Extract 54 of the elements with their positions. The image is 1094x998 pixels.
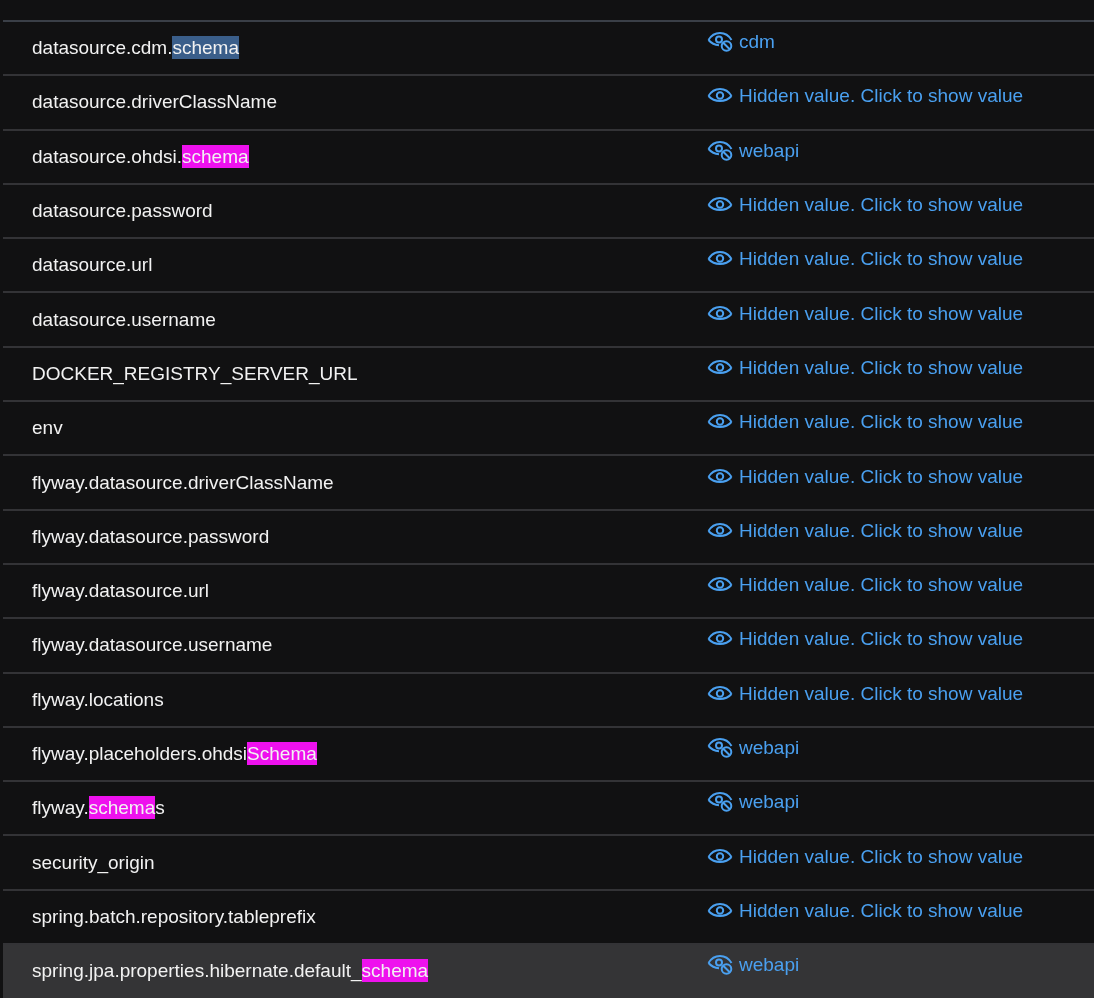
- show-value-link[interactable]: Hidden value. Click to show value: [707, 519, 1024, 542]
- eye-slash-icon: [707, 738, 733, 758]
- show-value-link[interactable]: Hidden value. Click to show value: [707, 194, 1024, 217]
- setting-name: datasource.password: [31, 200, 214, 223]
- setting-name: flyway.locations: [31, 688, 165, 711]
- eye-icon: [707, 359, 733, 376]
- setting-name: flyway.placeholders.ohdsiSchema: [31, 743, 318, 765]
- eye-icon: [707, 197, 733, 214]
- setting-value-link[interactable]: webapi: [707, 791, 800, 814]
- eye-icon: [707, 468, 733, 485]
- setting-name: flyway.datasource.password: [31, 525, 271, 548]
- setting-name: datasource.ohdsi.schema: [31, 145, 250, 168]
- setting-value-link[interactable]: webapi: [707, 737, 800, 759]
- eye-icon: [707, 88, 733, 105]
- eye-icon: [707, 631, 733, 648]
- show-value-link[interactable]: Hidden value. Click to show value: [707, 248, 1024, 271]
- show-value-link[interactable]: Hidden value. Click to show value: [707, 411, 1024, 434]
- setting-name: datasource.username: [31, 308, 217, 331]
- eye-icon: [707, 848, 733, 865]
- setting-name: security_origin: [31, 851, 156, 874]
- eye-slash-icon: [707, 32, 733, 53]
- eye-icon: [707, 522, 733, 539]
- show-value-link[interactable]: Hidden value. Click to show value: [707, 356, 1024, 379]
- setting-name: flyway.datasource.username: [31, 634, 274, 657]
- setting-name: DOCKER_REGISTRY_SERVER_URL: [31, 362, 359, 385]
- eye-icon: [707, 685, 733, 702]
- setting-row[interactable]: spring.jpa.properties.hibernate.default_schema webapi: [3, 945, 1094, 998]
- eye-icon: [707, 305, 733, 322]
- show-value-link[interactable]: Hidden value. Click to show value: [707, 302, 1024, 325]
- eye-icon: [707, 577, 733, 594]
- show-value-link[interactable]: Hidden value. Click to show value: [707, 628, 1024, 651]
- eye-icon: [707, 414, 733, 431]
- setting-value-link[interactable]: webapi: [707, 139, 800, 162]
- setting-name: datasource.driverClassName: [31, 91, 278, 114]
- setting-name: env: [31, 417, 64, 440]
- eye-slash-icon: [707, 140, 733, 161]
- setting-name: flyway.datasource.driverClassName: [31, 471, 335, 494]
- show-value-link[interactable]: Hidden value. Click to show value: [707, 845, 1024, 868]
- eye-icon: [707, 251, 733, 268]
- show-value-link[interactable]: Hidden value. Click to show value: [707, 682, 1024, 705]
- setting-name: datasource.url: [31, 254, 154, 277]
- show-value-link[interactable]: Hidden value. Click to show value: [707, 899, 1024, 922]
- setting-name: flyway.datasource.url: [31, 580, 211, 603]
- show-value-link[interactable]: Hidden value. Click to show value: [707, 465, 1024, 488]
- show-value-link[interactable]: Hidden value. Click to show value: [707, 574, 1024, 597]
- eye-slash-icon: [707, 955, 733, 976]
- setting-name: spring.batch.repository.tableprefix: [31, 905, 317, 928]
- eye-slash-icon: [707, 792, 733, 813]
- setting-name: datasource.cdm.schema: [31, 37, 240, 60]
- setting-value-link[interactable]: webapi: [707, 954, 800, 977]
- setting-name: spring.jpa.properties.hibernate.default_schema: [31, 960, 430, 983]
- setting-value-link[interactable]: cdm: [707, 31, 775, 54]
- show-value-link[interactable]: Hidden value. Click to show value: [707, 85, 1024, 108]
- eye-icon: [707, 902, 733, 919]
